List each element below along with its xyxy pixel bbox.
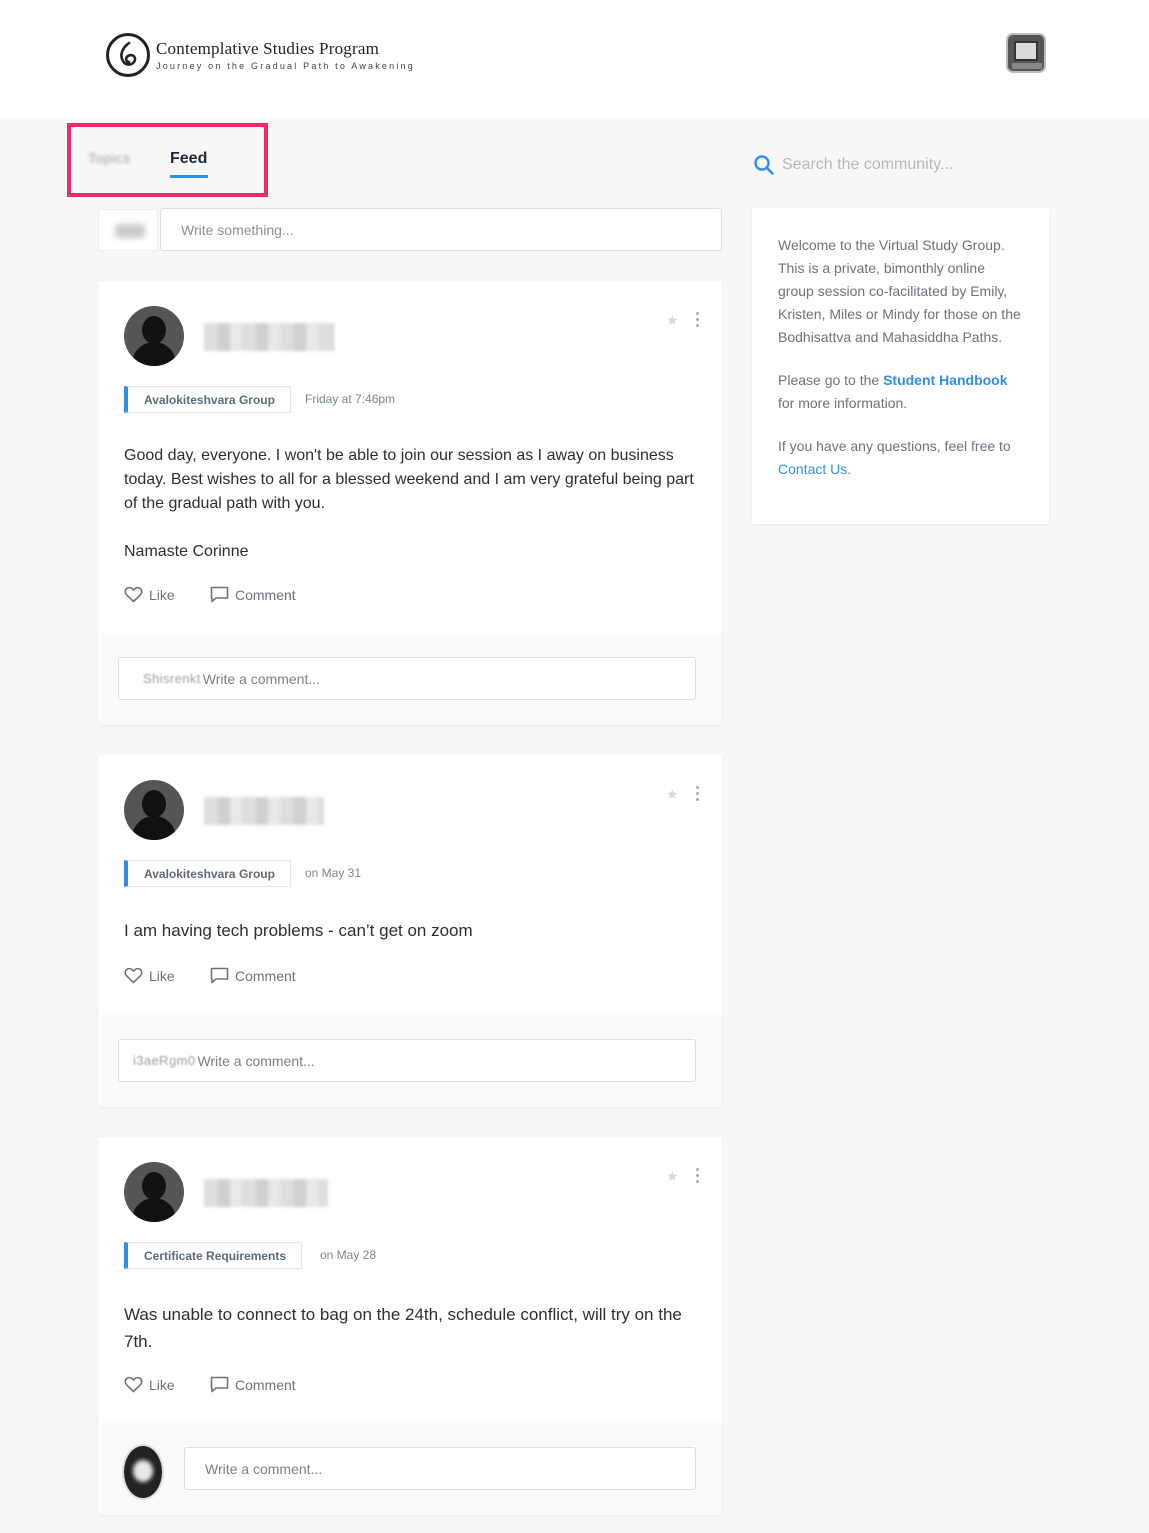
commenter-name-redacted: i3aeRgm0 (133, 1053, 196, 1068)
handbook-text: Please go to the Student Handbook for mo… (778, 372, 1008, 411)
feed-post: ★ Avalokiteshvara Group Friday at 7:46pm… (98, 281, 722, 725)
tab-feed[interactable]: Feed (170, 150, 207, 168)
flame-logo-icon (106, 33, 150, 77)
heart-icon (124, 586, 143, 603)
author-name-redacted[interactable] (204, 323, 334, 351)
commenter-avatar[interactable] (122, 1444, 164, 1500)
more-options-icon[interactable] (694, 786, 700, 802)
author-name-redacted[interactable] (204, 797, 324, 825)
composer-avatar (98, 209, 158, 251)
brand-title: Contemplative Studies Program (156, 39, 379, 58)
like-button[interactable]: Like (124, 586, 175, 603)
star-icon[interactable]: ★ (666, 1169, 680, 1183)
comment-input[interactable]: Shisrenkt Write a comment... (118, 657, 696, 700)
star-icon[interactable]: ★ (666, 787, 680, 801)
comment-row: i3aeRgm0 Write a comment... (98, 1015, 722, 1107)
post-composer-input[interactable]: Write something... (160, 208, 722, 251)
tab-topics[interactable]: Topics (88, 150, 131, 166)
star-icon[interactable]: ★ (666, 313, 680, 327)
welcome-text: Welcome to the Virtual Study Group. This… (778, 237, 1021, 345)
feed-post: ★ Certificate Requirements on May 28 Was… (98, 1137, 722, 1515)
user-avatar[interactable] (1006, 33, 1046, 73)
comment-input[interactable]: i3aeRgm0 Write a comment... (118, 1039, 696, 1082)
sidebar-info-card: Welcome to the Virtual Study Group. This… (752, 208, 1049, 524)
active-tab-indicator (170, 175, 208, 178)
author-avatar[interactable] (124, 1162, 184, 1222)
heart-icon (124, 1376, 143, 1393)
more-options-icon[interactable] (694, 312, 700, 328)
post-time[interactable]: on May 31 (305, 866, 361, 880)
author-avatar[interactable] (124, 306, 184, 366)
post-body: I am having tech problems - can’t get on… (124, 921, 473, 940)
post-time[interactable]: on May 28 (320, 1248, 376, 1262)
post-body: Was unable to connect to bag on the 24th… (124, 1305, 682, 1351)
more-options-icon[interactable] (694, 1168, 700, 1184)
speech-bubble-icon (210, 967, 229, 984)
group-tag[interactable]: Avalokiteshvara Group (124, 860, 291, 887)
brand-logo[interactable]: Contemplative Studies Program Journey on… (106, 32, 415, 78)
comment-button[interactable]: Comment (210, 1376, 296, 1393)
group-tag[interactable]: Avalokiteshvara Group (124, 386, 291, 413)
group-tag[interactable]: Certificate Requirements (124, 1242, 303, 1269)
site-header: Contemplative Studies Program Journey on… (0, 0, 1149, 118)
contact-text: If you have any questions, feel free to … (778, 438, 1011, 477)
author-avatar[interactable] (124, 780, 184, 840)
comment-row: Write a comment... (98, 1423, 722, 1515)
comment-row: Shisrenkt Write a comment... (98, 633, 722, 725)
search-input[interactable]: Search the community... (782, 152, 1022, 178)
brand-tagline: Journey on the Gradual Path to Awakening (156, 61, 415, 71)
student-handbook-link[interactable]: Student Handbook (883, 372, 1007, 388)
heart-icon (124, 967, 143, 984)
commenter-name-redacted: Shisrenkt (143, 671, 201, 686)
like-button[interactable]: Like (124, 967, 175, 984)
search-icon[interactable] (753, 154, 775, 176)
post-body: Good day, everyone. I won't be able to j… (124, 447, 694, 560)
comment-button[interactable]: Comment (210, 967, 296, 984)
speech-bubble-icon (210, 586, 229, 603)
contact-us-link[interactable]: Contact Us (778, 461, 847, 477)
post-time[interactable]: Friday at 7:46pm (305, 392, 395, 406)
like-button[interactable]: Like (124, 1376, 175, 1393)
author-name-redacted[interactable] (204, 1179, 328, 1207)
comment-button[interactable]: Comment (210, 586, 296, 603)
comment-input[interactable]: Write a comment... (184, 1447, 696, 1490)
feed-post: ★ Avalokiteshvara Group on May 31 I am h… (98, 755, 722, 1107)
speech-bubble-icon (210, 1376, 229, 1393)
